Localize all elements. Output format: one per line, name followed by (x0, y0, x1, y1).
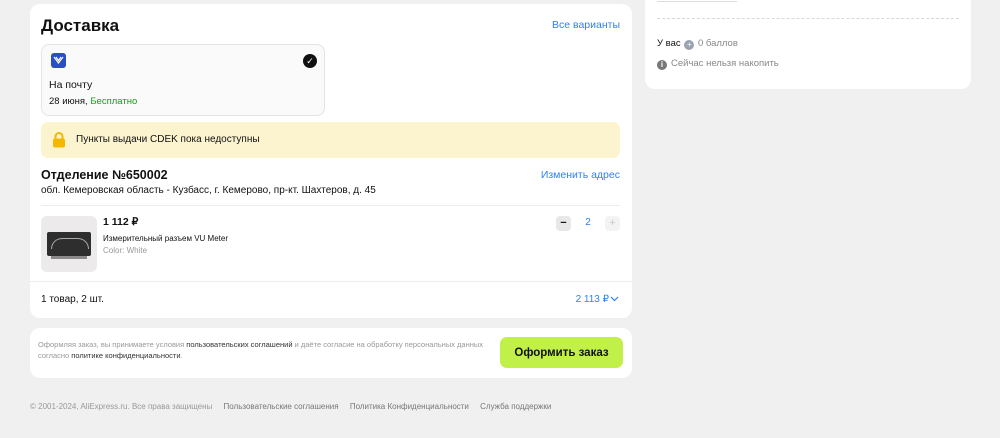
warning-text: Пункты выдачи CDEK пока недоступны (76, 134, 260, 145)
quantity-value: 2 (585, 217, 591, 228)
bonus-card: У вас + 0 баллов i Сейчас нельзя накопить (645, 0, 971, 89)
terms-text: Оформляя заказ, вы принимаете условия по… (38, 339, 498, 361)
chevron-down-icon (610, 296, 619, 302)
bonus-value: 0 баллов (697, 38, 738, 49)
minus-icon[interactable]: − (556, 216, 571, 231)
product-price: 1 112 ₽ (103, 216, 139, 228)
quantity-stepper: − 2 + (556, 216, 620, 232)
terms-text-1: Оформляя заказ, вы принимаете условия (38, 340, 185, 349)
address-title: Отделение №650002 (41, 168, 168, 182)
delivery-date: 28 июня, (49, 96, 88, 107)
no-accumulate-text: Сейчас нельзя накопить (671, 58, 779, 69)
all-variants-link[interactable]: Все варианты (552, 19, 620, 31)
plus-icon[interactable]: + (605, 216, 620, 231)
delivery-price: Бесплатно (90, 96, 138, 107)
delivery-title: Доставка (41, 16, 120, 35)
divider (41, 205, 620, 206)
order-card: Оформляя заказ, вы принимаете условия по… (30, 328, 632, 378)
total-price-toggle[interactable]: 2 113 ₽ (576, 294, 619, 305)
lock-icon (53, 132, 65, 148)
bonus-balance: У вас + 0 баллов (657, 38, 738, 50)
privacy-policy-link[interactable]: политике конфиденциальности (71, 351, 180, 360)
delivery-option-name: На почту (49, 79, 93, 91)
footer: © 2001-2024, AliExpress.ru. Все права за… (30, 402, 560, 411)
dashed-divider (657, 18, 959, 19)
footer-link-support[interactable]: Служба поддержки (480, 402, 551, 411)
russian-post-logo-icon (51, 53, 66, 68)
footer-link-agreements[interactable]: Пользовательские соглашения (224, 402, 339, 411)
divider (30, 281, 632, 282)
bonus-prefix: У вас (657, 38, 681, 49)
product-color: Color: White (103, 246, 148, 255)
address-line: обл. Кемеровская область - Кузбасс, г. К… (41, 185, 376, 196)
info-icon[interactable]: i (657, 60, 667, 70)
no-accumulate-note: i Сейчас нельзя накопить (657, 58, 779, 70)
change-address-link[interactable]: Изменить адрес (541, 169, 620, 181)
delivery-card: Доставка Все варианты ✓ На почту 28 июня… (30, 4, 632, 318)
order-summary: 1 товар, 2 шт. (41, 294, 104, 305)
product-name[interactable]: Измерительный разъем VU Meter (103, 234, 228, 243)
total-price: 2 113 ₽ (575, 294, 609, 305)
checkmark-icon: ✓ (303, 54, 317, 68)
copyright: © 2001-2024, AliExpress.ru. Все права за… (30, 402, 213, 411)
coin-icon: + (684, 40, 695, 50)
divider (657, 0, 737, 2)
product-image[interactable] (41, 216, 97, 272)
delivery-option-post[interactable]: ✓ На почту 28 июня, Бесплатно (41, 44, 325, 116)
delivery-option-date: 28 июня, Бесплатно (49, 96, 137, 107)
cdek-warning: Пункты выдачи CDEK пока недоступны (41, 122, 620, 158)
user-agreement-link[interactable]: пользовательских соглашений (186, 340, 292, 349)
place-order-button[interactable]: Оформить заказ (500, 337, 623, 368)
footer-link-privacy[interactable]: Политика Конфиденциальности (350, 402, 469, 411)
terms-end: . (180, 351, 183, 360)
